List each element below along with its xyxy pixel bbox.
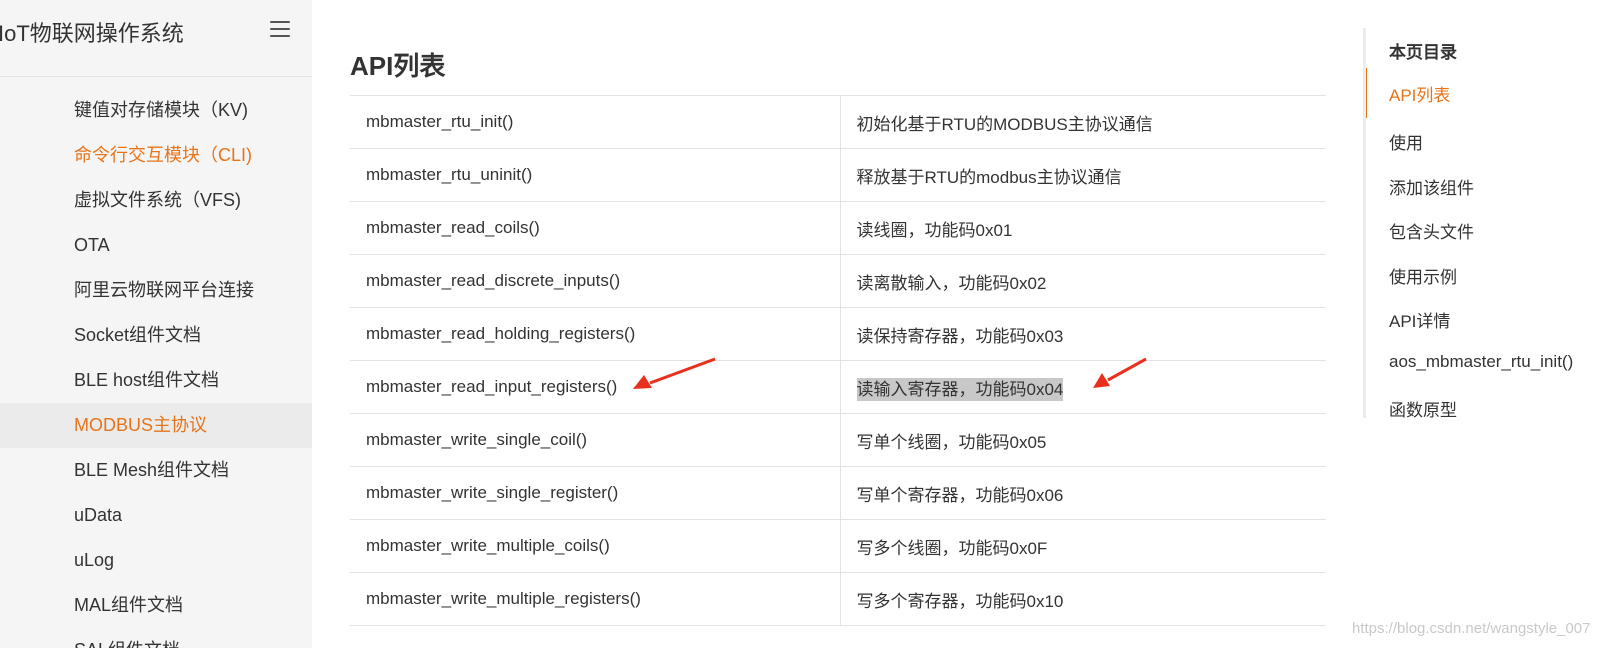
toc-item-example[interactable]: 使用示例 xyxy=(1389,263,1457,288)
description-cell: 初始化基于RTU的MODBUS主协议通信 xyxy=(840,95,1326,149)
table-row: mbmaster_read_coils() 读线圈，功能码0x01 xyxy=(350,201,1326,255)
toc-item-rtu-init[interactable]: aos_mbmaster_rtu_init() xyxy=(1389,352,1573,372)
selected-text: 读输入寄存器，功能码0x04 xyxy=(856,377,1064,401)
toc-item-include-header[interactable]: 包含头文件 xyxy=(1389,218,1474,243)
sidebar-item-sal[interactable]: SAL组件文档 xyxy=(0,628,312,648)
toc-item-api-list[interactable]: API列表 xyxy=(1389,81,1450,106)
annotation-arrow-icon xyxy=(633,357,716,389)
annotation-arrow-icon xyxy=(1093,357,1147,388)
function-cell: mbmaster_write_single_coil() xyxy=(350,413,841,467)
table-row: mbmaster_read_input_registers() 读输入寄存器，功… xyxy=(350,360,1326,414)
sidebar-item-modbus[interactable]: MODBUS主协议 xyxy=(0,403,312,448)
toc-item-prototype[interactable]: 函数原型 xyxy=(1389,396,1457,418)
table-row: mbmaster_write_multiple_registers() 写多个寄… xyxy=(350,572,1326,626)
description-cell: 释放基于RTU的modbus主协议通信 xyxy=(840,148,1326,202)
sidebar-header: IoT物联网操作系统 xyxy=(0,0,312,77)
watermark: https://blog.csdn.net/wangstyle_007 xyxy=(1352,620,1591,637)
description-cell: 写多个线圈，功能码0x0F xyxy=(840,519,1326,573)
hamburger-menu-icon[interactable] xyxy=(270,21,292,39)
sidebar-item-ota[interactable]: OTA xyxy=(0,223,312,268)
function-cell: mbmaster_read_holding_registers() xyxy=(350,307,841,361)
sidebar-item-udata[interactable]: uData xyxy=(0,493,312,538)
sidebar-item-ble-mesh[interactable]: BLE Mesh组件文档 xyxy=(0,448,312,493)
sidebar-item-mal[interactable]: MAL组件文档 xyxy=(0,583,312,628)
description-cell: 读线圈，功能码0x01 xyxy=(840,201,1326,255)
table-row: mbmaster_rtu_uninit() 释放基于RTU的modbus主协议通… xyxy=(350,148,1326,202)
table-row: mbmaster_write_multiple_coils() 写多个线圈，功能… xyxy=(350,519,1326,573)
api-table: mbmaster_rtu_init() 初始化基于RTU的MODBUS主协议通信… xyxy=(350,95,1326,626)
description-cell: 读离散输入，功能码0x02 xyxy=(840,254,1326,308)
table-row: mbmaster_write_single_register() 写单个寄存器，… xyxy=(350,466,1326,520)
description-cell: 写单个寄存器，功能码0x06 xyxy=(840,466,1326,520)
page-title: API列表 xyxy=(350,51,446,81)
description-cell: 写多个寄存器，功能码0x10 xyxy=(840,572,1326,626)
toc-item-usage[interactable]: 使用 xyxy=(1389,129,1423,154)
function-cell: mbmaster_read_coils() xyxy=(350,201,841,255)
table-row: mbmaster_write_single_coil() 写单个线圈，功能码0x… xyxy=(350,413,1326,467)
sidebar-item-aliyun-iot[interactable]: 阿里云物联网平台连接 xyxy=(0,268,312,313)
toc-title: 本页目录 xyxy=(1389,43,1457,62)
table-of-contents: 本页目录 API列表 使用 添加该组件 包含头文件 使用示例 API详情 aos… xyxy=(1363,28,1615,418)
function-cell: mbmaster_read_input_registers() xyxy=(350,360,841,414)
sidebar-item-ble-host[interactable]: BLE host组件文档 xyxy=(0,358,312,403)
site-title[interactable]: IoT物联网操作系统 xyxy=(0,16,184,48)
toc-item-add-component[interactable]: 添加该组件 xyxy=(1389,174,1474,199)
sidebar-item-cli[interactable]: 命令行交互模块（CLI) xyxy=(0,133,312,178)
sidebar-nav: 键值对存储模块（KV) 命令行交互模块（CLI) 虚拟文件系统（VFS) OTA… xyxy=(0,88,312,648)
function-cell: mbmaster_rtu_init() xyxy=(350,95,841,149)
table-row: mbmaster_read_holding_registers() 读保持寄存器… xyxy=(350,307,1326,361)
table-row: mbmaster_rtu_init() 初始化基于RTU的MODBUS主协议通信 xyxy=(350,95,1326,149)
toc-active-indicator xyxy=(1366,68,1367,118)
function-cell: mbmaster_rtu_uninit() xyxy=(350,148,841,202)
description-cell: 读输入寄存器，功能码0x04 xyxy=(840,360,1326,414)
toc-item-api-details[interactable]: API详情 xyxy=(1389,307,1450,332)
sidebar-item-socket[interactable]: Socket组件文档 xyxy=(0,313,312,358)
function-cell: mbmaster_write_multiple_registers() xyxy=(350,572,841,626)
function-cell: mbmaster_write_single_register() xyxy=(350,466,841,520)
function-cell: mbmaster_read_discrete_inputs() xyxy=(350,254,841,308)
sidebar-item-vfs[interactable]: 虚拟文件系统（VFS) xyxy=(0,178,312,223)
table-row: mbmaster_read_discrete_inputs() 读离散输入，功能… xyxy=(350,254,1326,308)
sidebar-item-kv[interactable]: 键值对存储模块（KV) xyxy=(0,88,312,133)
function-cell: mbmaster_write_multiple_coils() xyxy=(350,519,841,573)
sidebar: IoT物联网操作系统 键值对存储模块（KV) 命令行交互模块（CLI) 虚拟文件… xyxy=(0,0,312,648)
sidebar-item-ulog[interactable]: uLog xyxy=(0,538,312,583)
description-cell: 读保持寄存器，功能码0x03 xyxy=(840,307,1326,361)
description-cell: 写单个线圈，功能码0x05 xyxy=(840,413,1326,467)
